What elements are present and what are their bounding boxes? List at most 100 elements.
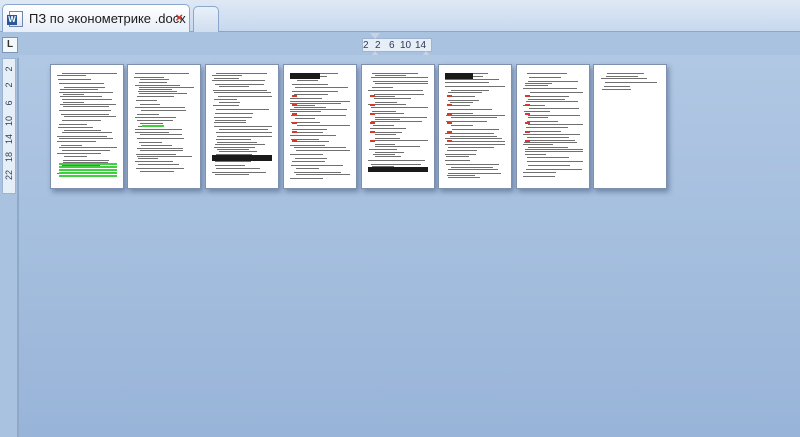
text-line bbox=[451, 167, 493, 168]
text-line bbox=[290, 135, 336, 136]
text-line bbox=[525, 151, 583, 152]
text-line bbox=[64, 156, 87, 157]
text-line bbox=[62, 132, 112, 133]
text-line bbox=[373, 154, 395, 155]
text-line bbox=[445, 144, 505, 145]
text-line bbox=[369, 149, 397, 150]
highlighted-text bbox=[370, 95, 375, 97]
text-line bbox=[292, 91, 338, 92]
text-line bbox=[217, 136, 272, 137]
text-line bbox=[63, 106, 109, 107]
text-line bbox=[607, 73, 644, 74]
text-line bbox=[527, 121, 558, 122]
text-line bbox=[135, 161, 173, 162]
text-line bbox=[291, 115, 346, 116]
highlighted-text bbox=[525, 122, 530, 124]
text-line bbox=[292, 161, 325, 162]
page-3[interactable] bbox=[205, 64, 279, 189]
text-line bbox=[525, 96, 569, 97]
text-line bbox=[59, 92, 113, 93]
highlighted-text bbox=[370, 131, 375, 133]
text-line bbox=[451, 117, 497, 118]
text-line bbox=[296, 168, 319, 169]
text-line bbox=[215, 165, 245, 166]
page-8[interactable] bbox=[593, 64, 667, 189]
text-line bbox=[216, 109, 269, 110]
text-line bbox=[290, 109, 347, 110]
table-block bbox=[212, 155, 272, 161]
text-line bbox=[57, 75, 86, 76]
highlighted-text bbox=[370, 104, 375, 106]
text-line bbox=[216, 73, 267, 74]
ruler-tick: 2 bbox=[4, 66, 14, 72]
tab-stop-selector[interactable]: L bbox=[2, 37, 18, 53]
text-line bbox=[527, 137, 569, 138]
text-line bbox=[292, 84, 328, 85]
vertical-ruler[interactable]: 2 2 6 10 14 18 22 bbox=[2, 58, 16, 194]
text-line bbox=[217, 149, 249, 150]
new-tab-button[interactable] bbox=[193, 6, 219, 32]
document-workspace[interactable] bbox=[19, 55, 800, 437]
highlighted-text bbox=[525, 104, 530, 106]
text-line bbox=[375, 113, 404, 114]
text-line bbox=[297, 132, 323, 133]
page-1[interactable] bbox=[50, 64, 124, 189]
highlighted-text bbox=[525, 95, 530, 97]
text-line bbox=[450, 102, 473, 103]
text-line bbox=[523, 144, 553, 145]
text-line bbox=[136, 168, 184, 169]
text-line bbox=[525, 154, 546, 155]
text-line bbox=[137, 114, 159, 115]
text-line bbox=[137, 148, 183, 149]
text-line bbox=[294, 107, 326, 108]
text-line bbox=[297, 80, 318, 81]
text-line bbox=[137, 120, 173, 121]
text-line bbox=[215, 174, 249, 175]
highlighted-text bbox=[292, 104, 297, 106]
text-line bbox=[214, 92, 271, 93]
page-4[interactable] bbox=[283, 64, 357, 189]
highlighted-text bbox=[59, 166, 117, 168]
text-line bbox=[57, 136, 107, 137]
highlighted-text bbox=[292, 95, 297, 97]
text-line bbox=[212, 172, 266, 173]
text-line bbox=[528, 147, 568, 148]
text-line bbox=[526, 101, 578, 102]
text-line bbox=[447, 175, 475, 176]
text-line bbox=[605, 82, 657, 83]
document-tab[interactable]: W ПЗ по эконометрике .docx × bbox=[2, 4, 190, 32]
text-line bbox=[523, 176, 555, 177]
text-line bbox=[372, 132, 402, 133]
text-line bbox=[63, 102, 84, 103]
text-line bbox=[137, 96, 174, 97]
text-line bbox=[215, 113, 253, 114]
text-line bbox=[135, 132, 169, 133]
text-line bbox=[58, 127, 93, 128]
text-line bbox=[524, 111, 550, 112]
page-5[interactable] bbox=[361, 64, 435, 189]
text-line bbox=[290, 111, 321, 112]
text-line bbox=[139, 82, 167, 83]
text-line bbox=[446, 164, 499, 165]
text-line bbox=[62, 150, 110, 151]
text-line bbox=[375, 144, 395, 145]
page-6[interactable] bbox=[438, 64, 512, 189]
text-line bbox=[61, 145, 82, 146]
text-line bbox=[372, 111, 396, 112]
page-7[interactable] bbox=[516, 64, 590, 189]
text-line bbox=[371, 121, 422, 122]
text-line bbox=[141, 145, 172, 146]
horizontal-ruler[interactable]: 2 2 6 10 14 bbox=[362, 33, 432, 57]
text-line bbox=[141, 110, 186, 111]
text-line bbox=[375, 134, 396, 135]
text-line bbox=[530, 92, 583, 93]
text-line bbox=[139, 87, 194, 88]
text-line bbox=[448, 147, 494, 148]
page-2[interactable] bbox=[127, 64, 201, 189]
text-line bbox=[216, 168, 260, 169]
text-line bbox=[602, 89, 631, 90]
close-icon[interactable]: × bbox=[175, 11, 183, 25]
text-line bbox=[447, 150, 477, 151]
text-line bbox=[135, 73, 189, 74]
text-line bbox=[527, 73, 567, 74]
